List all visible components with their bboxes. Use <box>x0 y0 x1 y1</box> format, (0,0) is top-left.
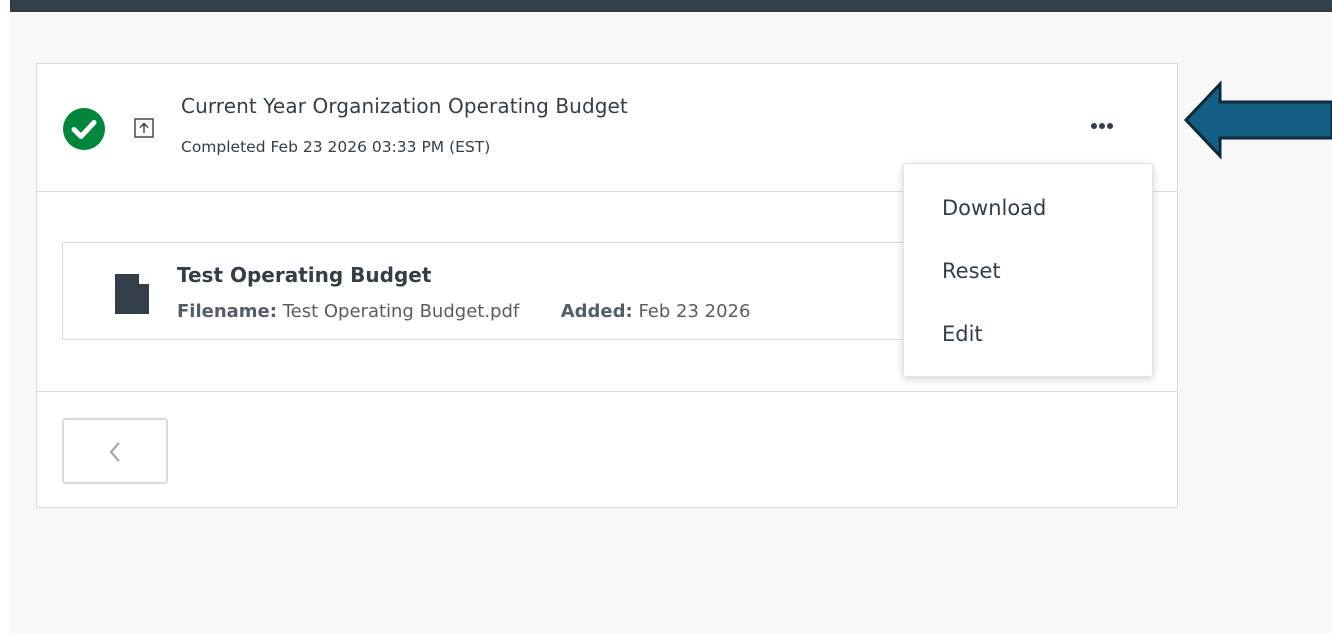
menu-item-download[interactable]: Download <box>904 183 1152 233</box>
added-value: Feb 23 2026 <box>638 301 751 322</box>
document-icon <box>115 274 149 314</box>
task-title: Current Year Organization Operating Budg… <box>181 94 628 118</box>
ellipsis-icon <box>1091 123 1113 129</box>
upload-icon <box>134 118 154 138</box>
file-meta: Filename: Test Operating Budget.pdf Adde… <box>177 301 750 322</box>
file-name: Test Operating Budget <box>177 263 432 287</box>
task-status: Completed Feb 23 2026 03:33 PM (EST) <box>181 138 491 156</box>
back-button[interactable] <box>62 418 168 484</box>
check-circle-icon <box>63 108 105 150</box>
filename-value: Test Operating Budget.pdf <box>282 301 520 322</box>
left-arrow-icon <box>1183 80 1332 160</box>
top-nav-bar <box>10 0 1332 12</box>
more-options-menu: Download Reset Edit <box>903 163 1153 377</box>
menu-item-edit[interactable]: Edit <box>904 309 1152 359</box>
menu-item-reset[interactable]: Reset <box>904 246 1152 296</box>
more-options-button[interactable] <box>1080 111 1124 143</box>
chevron-left-icon <box>109 442 120 462</box>
added-label: Added: <box>560 301 633 322</box>
task-footer <box>37 392 1177 507</box>
filename-label: Filename: <box>177 301 277 322</box>
